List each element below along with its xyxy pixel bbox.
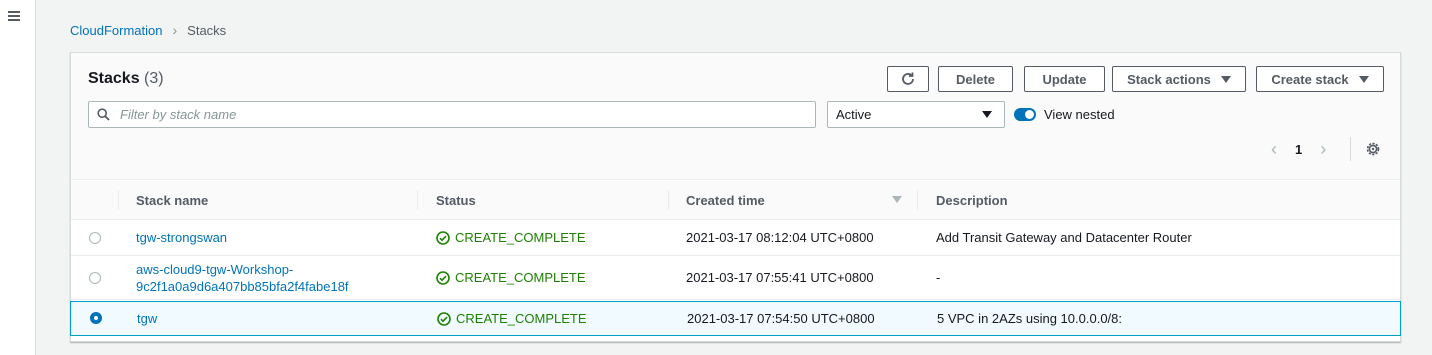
created-time: 2021-03-17 07:55:41 UTC+0800 bbox=[686, 270, 874, 285]
current-page-number[interactable]: 1 bbox=[1295, 142, 1302, 157]
chevron-right-icon[interactable]: › bbox=[1320, 140, 1326, 158]
column-header-stack-name[interactable]: Stack name bbox=[136, 181, 208, 220]
delete-button[interactable]: Delete bbox=[938, 66, 1013, 92]
breadcrumb: CloudFormation › Stacks bbox=[70, 22, 226, 38]
created-time: 2021-03-17 08:12:04 UTC+0800 bbox=[686, 230, 874, 245]
status-filter-select[interactable]: Active bbox=[827, 101, 1005, 128]
refresh-icon bbox=[902, 72, 914, 85]
breadcrumb-cloudformation-link[interactable]: CloudFormation bbox=[70, 23, 163, 38]
description: 5 VPC in 2AZs using 10.0.0.0/8: bbox=[937, 311, 1122, 326]
column-divider bbox=[118, 190, 119, 210]
caret-down-icon bbox=[1358, 75, 1369, 83]
stack-name-filter-input[interactable] bbox=[118, 106, 798, 123]
stack-name-link[interactable]: tgw-strongswan bbox=[136, 229, 227, 246]
refresh-button[interactable] bbox=[887, 66, 929, 92]
page-title: Stacks (3) bbox=[88, 70, 164, 88]
status-cell: CREATE_COMPLETE bbox=[437, 302, 587, 335]
update-button[interactable]: Update bbox=[1024, 66, 1105, 92]
column-divider bbox=[668, 190, 669, 210]
status-filter-value: Active bbox=[836, 107, 872, 122]
column-header-created-time[interactable]: Created time bbox=[686, 181, 765, 220]
stack-name-link[interactable]: tgw bbox=[137, 310, 157, 327]
chevron-left-icon[interactable]: ‹ bbox=[1271, 140, 1277, 158]
caret-down-icon bbox=[1220, 75, 1231, 83]
stack-count: (3) bbox=[144, 70, 164, 87]
search-icon bbox=[97, 108, 110, 121]
stack-filter-box bbox=[88, 101, 816, 128]
chevron-right-icon: › bbox=[172, 22, 178, 38]
row-select-radio[interactable] bbox=[89, 272, 101, 284]
status-text: CREATE_COMPLETE bbox=[455, 230, 586, 245]
panel-title-text: Stacks bbox=[88, 70, 140, 87]
column-header-status[interactable]: Status bbox=[436, 181, 476, 220]
create-stack-label: Create stack bbox=[1271, 71, 1349, 87]
sort-descending-icon[interactable] bbox=[892, 196, 902, 203]
status-text: CREATE_COMPLETE bbox=[455, 270, 586, 285]
table-row[interactable]: aws-cloud9-tgw-Workshop- 9c2f1a0a9d6a407… bbox=[71, 256, 1400, 300]
table-header: Stack name Status Created time Descripti… bbox=[71, 181, 1400, 220]
stack-actions-label: Stack actions bbox=[1127, 71, 1211, 87]
panel-header: Stacks (3) Delete Update Stack actions C… bbox=[71, 53, 1400, 180]
pager-divider bbox=[1350, 137, 1351, 161]
check-circle-icon bbox=[436, 270, 450, 285]
description: - bbox=[936, 270, 941, 285]
stacks-panel: Stacks (3) Delete Update Stack actions C… bbox=[70, 52, 1401, 342]
column-divider bbox=[917, 190, 918, 210]
stack-name-link-continued[interactable]: 9c2f1a0a9d6a407bb85bfa2f4fabe18f bbox=[136, 278, 349, 295]
status-text: CREATE_COMPLETE bbox=[456, 311, 587, 326]
created-time: 2021-03-17 07:54:50 UTC+0800 bbox=[687, 311, 875, 326]
status-cell: CREATE_COMPLETE bbox=[436, 220, 586, 255]
stack-name-link[interactable]: aws-cloud9-tgw-Workshop- bbox=[136, 261, 293, 278]
description: Add Transit Gateway and Datacenter Route… bbox=[936, 230, 1192, 245]
pagination: ‹ 1 › bbox=[1271, 140, 1326, 158]
view-nested-toggle[interactable] bbox=[1014, 108, 1036, 121]
create-stack-button[interactable]: Create stack bbox=[1256, 66, 1384, 92]
stack-actions-button[interactable]: Stack actions bbox=[1112, 66, 1246, 92]
view-nested-label: View nested bbox=[1044, 107, 1115, 122]
hamburger-menu-icon[interactable] bbox=[8, 11, 20, 21]
column-divider bbox=[417, 190, 418, 210]
side-navigation-rail bbox=[0, 0, 36, 355]
row-select-radio-checked[interactable] bbox=[90, 312, 102, 324]
check-circle-icon bbox=[437, 311, 451, 326]
gear-icon bbox=[1366, 142, 1380, 156]
caret-down-icon bbox=[982, 111, 992, 118]
column-header-description[interactable]: Description bbox=[936, 181, 1008, 220]
status-cell: CREATE_COMPLETE bbox=[436, 256, 586, 299]
preferences-button[interactable] bbox=[1365, 141, 1381, 160]
row-select-radio[interactable] bbox=[89, 232, 101, 244]
table-row-selected[interactable]: tgw CREATE_COMPLETE 2021-03-17 07:54:50 … bbox=[70, 301, 1401, 336]
breadcrumb-current: Stacks bbox=[187, 22, 227, 38]
check-circle-icon bbox=[436, 230, 450, 245]
table-row[interactable]: tgw-strongswan CREATE_COMPLETE 2021-03-1… bbox=[71, 220, 1400, 256]
view-nested-control: View nested bbox=[1014, 107, 1115, 122]
